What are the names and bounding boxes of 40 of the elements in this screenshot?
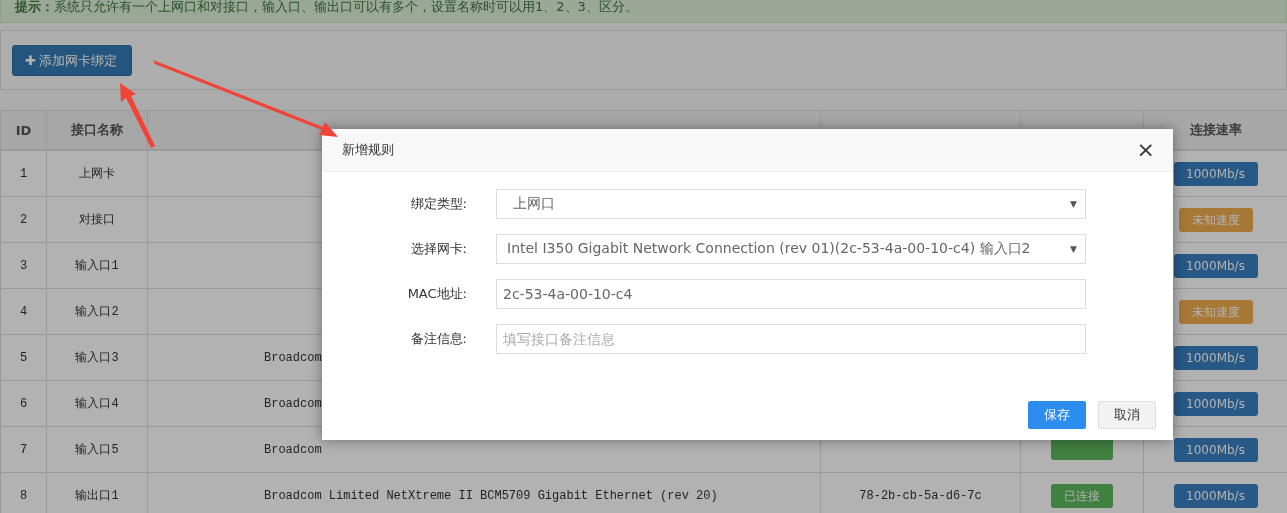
table-cell: 2 (0, 196, 47, 243)
table-cell: 5 (0, 334, 47, 381)
table-cell: 输入口1 (46, 242, 148, 289)
column-header: 接口名称 (46, 110, 148, 150)
caret-icon: ▼ (1070, 244, 1077, 254)
plus-icon: ✚ (25, 53, 36, 68)
table-cell: 输入口2 (46, 288, 148, 335)
table-cell: 7 (0, 426, 47, 473)
table-cell: 8 (0, 472, 47, 513)
speed-badge: 1000Mb/s (1173, 345, 1258, 370)
field-label: MAC地址: (406, 285, 467, 303)
select-field[interactable]: 上网口 ▼ (496, 189, 1086, 219)
caret-icon: ▼ (1070, 199, 1077, 209)
speed-badge: 1000Mb/s (1173, 253, 1258, 278)
select-field[interactable]: Intel I350 Gigabit Network Connection (rev 01)(2c-53-4a-00-10-c4) 输入口2 ▼ (496, 234, 1086, 264)
table-cell: 对接口 (46, 196, 148, 243)
input-field[interactable]: 填写接口备注信息 (496, 324, 1086, 354)
speed-badge: 未知速度 (1178, 207, 1253, 232)
field-label: 绑定类型: (409, 195, 467, 213)
table-cell: 1 (0, 150, 47, 197)
speed-badge: 1000Mb/s (1173, 483, 1258, 508)
tip-message: 提示：系统只允许有一个上网口和对接口，输入口、输出口可以有多个，设置名称时可以用1、2、3、区分。 (0, 0, 1287, 23)
dialog-title: 新增规则 (342, 141, 394, 159)
add-binding-button[interactable]: ✚ 添加网卡绑定 (12, 45, 132, 76)
input-field[interactable]: 2c-53-4a-00-10-c4 (496, 279, 1086, 309)
speed-badge: 1000Mb/s (1173, 391, 1258, 416)
status-badge: 已连接 (1051, 483, 1113, 508)
column-header: ID (0, 110, 47, 150)
table-cell: 输入口5 (46, 426, 148, 473)
table-cell: 4 (0, 288, 47, 335)
table-cell: 3 (0, 242, 47, 289)
speed-badge: 1000Mb/s (1173, 437, 1258, 462)
speed-badge: 未知速度 (1178, 299, 1253, 324)
field-label: 选择网卡: (409, 240, 467, 258)
cancel-button[interactable]: 取消 (1098, 401, 1156, 429)
table-cell: 输入口3 (46, 334, 148, 381)
speed-badge: 1000Mb/s (1173, 161, 1258, 186)
table-cell: 上网卡 (46, 150, 148, 197)
table-cell: 输入口4 (46, 380, 148, 427)
table-cell: 6 (0, 380, 47, 427)
